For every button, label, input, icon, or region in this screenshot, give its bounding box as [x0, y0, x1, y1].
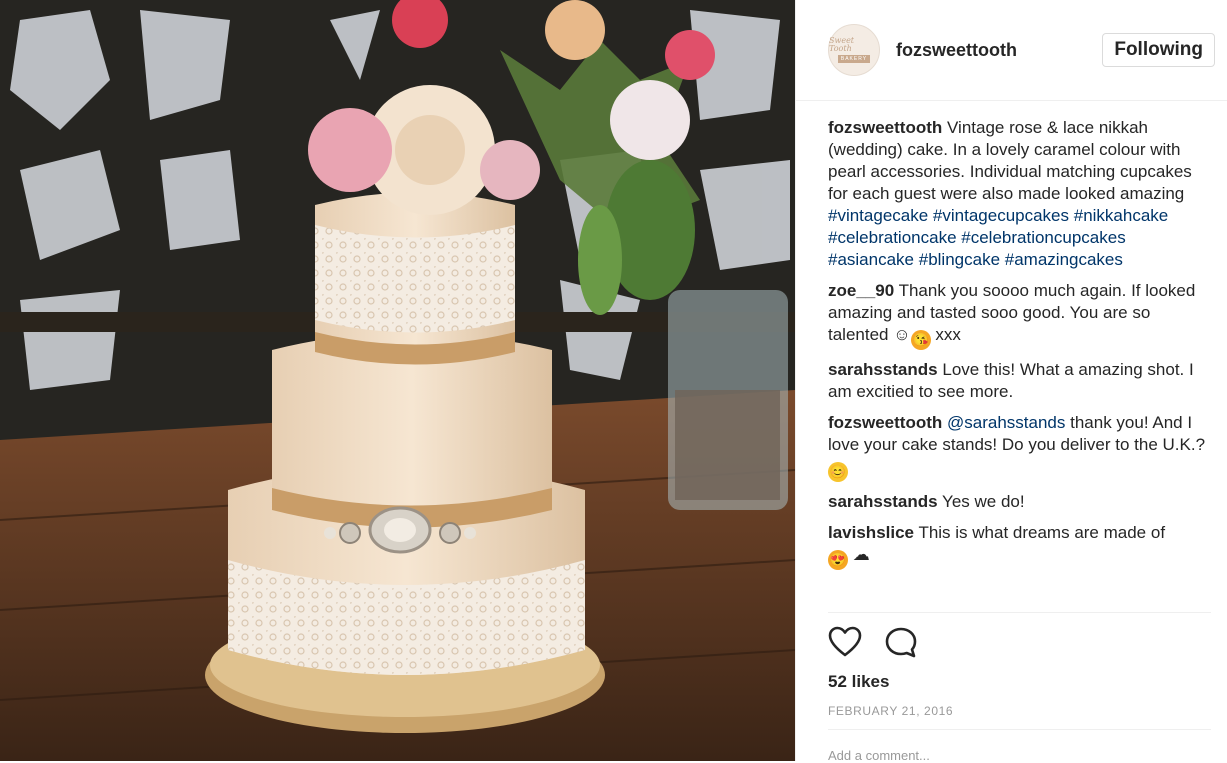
- comment-item: zoe__90 Thank you soooo much again. If l…: [828, 280, 1213, 350]
- mention-link[interactable]: @sarahsstands: [947, 413, 1065, 432]
- comment-item: fozsweettooth Vintage rose & lace nikkah…: [828, 117, 1213, 271]
- comment-username[interactable]: sarahsstands: [828, 492, 938, 511]
- hashtag-link[interactable]: #nikkahcake: [1074, 206, 1169, 225]
- comment-username[interactable]: sarahsstands: [828, 360, 938, 379]
- cloud-emoji-icon: ☁: [852, 545, 870, 564]
- hashtag-link[interactable]: #blingcake: [919, 250, 1000, 269]
- avatar-logo-sub: BAKERY: [837, 55, 871, 63]
- post-date: FEBRUARY 21, 2016: [828, 704, 954, 718]
- comment-item: sarahsstands Love this! What a amazing s…: [828, 359, 1213, 403]
- comment-username[interactable]: lavishslice: [828, 523, 914, 542]
- comment-item: lavishslice This is what dreams are made…: [828, 522, 1213, 570]
- heart-icon[interactable]: [828, 626, 862, 663]
- post-sidebar: Sweet Tooth BAKERY fozsweettooth Followi…: [795, 0, 1227, 763]
- divider: [828, 729, 1211, 730]
- comment-item: fozsweettooth @sarahsstands thank you! A…: [828, 412, 1213, 482]
- comment-list: fozsweettooth Vintage rose & lace nikkah…: [796, 101, 1227, 570]
- speech-bubble-icon[interactable]: [884, 626, 918, 663]
- avatar[interactable]: Sweet Tooth BAKERY: [828, 24, 880, 76]
- comment-username[interactable]: zoe__90: [828, 281, 894, 300]
- hashtag-link[interactable]: #celebrationcake: [828, 228, 957, 247]
- instagram-post: Sweet Tooth BAKERY fozsweettooth Followi…: [0, 0, 1227, 763]
- header-username[interactable]: fozsweettooth: [896, 40, 1102, 61]
- post-actions: [828, 626, 918, 663]
- comment-text: This is what dreams are made of: [918, 523, 1166, 542]
- smile-emoji-icon: ☺: [893, 325, 911, 344]
- divider: [828, 612, 1211, 613]
- avatar-logo-text: Sweet Tooth: [829, 36, 855, 53]
- heart-eyes-emoji-icon: 😍: [828, 550, 848, 570]
- hashtag-link[interactable]: #vintagecupcakes: [933, 206, 1069, 225]
- hashtag-link[interactable]: #asiancake: [828, 250, 914, 269]
- comment-item: sarahsstands Yes we do!: [828, 491, 1213, 513]
- blush-emoji-icon: 😊: [828, 462, 848, 482]
- post-header: Sweet Tooth BAKERY fozsweettooth Followi…: [796, 0, 1227, 101]
- hashtag-link[interactable]: #vintagecake: [828, 206, 928, 225]
- comment-username[interactable]: fozsweettooth: [828, 413, 942, 432]
- comment-username[interactable]: fozsweettooth: [828, 118, 942, 137]
- following-button[interactable]: Following: [1102, 33, 1215, 67]
- kiss-emoji-icon: 😘: [910, 330, 931, 350]
- likes-count[interactable]: 52 likes: [828, 672, 889, 692]
- comment-tail: xxx: [935, 325, 961, 344]
- cake-photo-illustration: [0, 0, 795, 761]
- hashtag-link[interactable]: #celebrationcupcakes: [961, 228, 1125, 247]
- post-photo[interactable]: [0, 0, 795, 761]
- hashtag-link[interactable]: #amazingcakes: [1005, 250, 1123, 269]
- comment-text: Yes we do!: [942, 492, 1025, 511]
